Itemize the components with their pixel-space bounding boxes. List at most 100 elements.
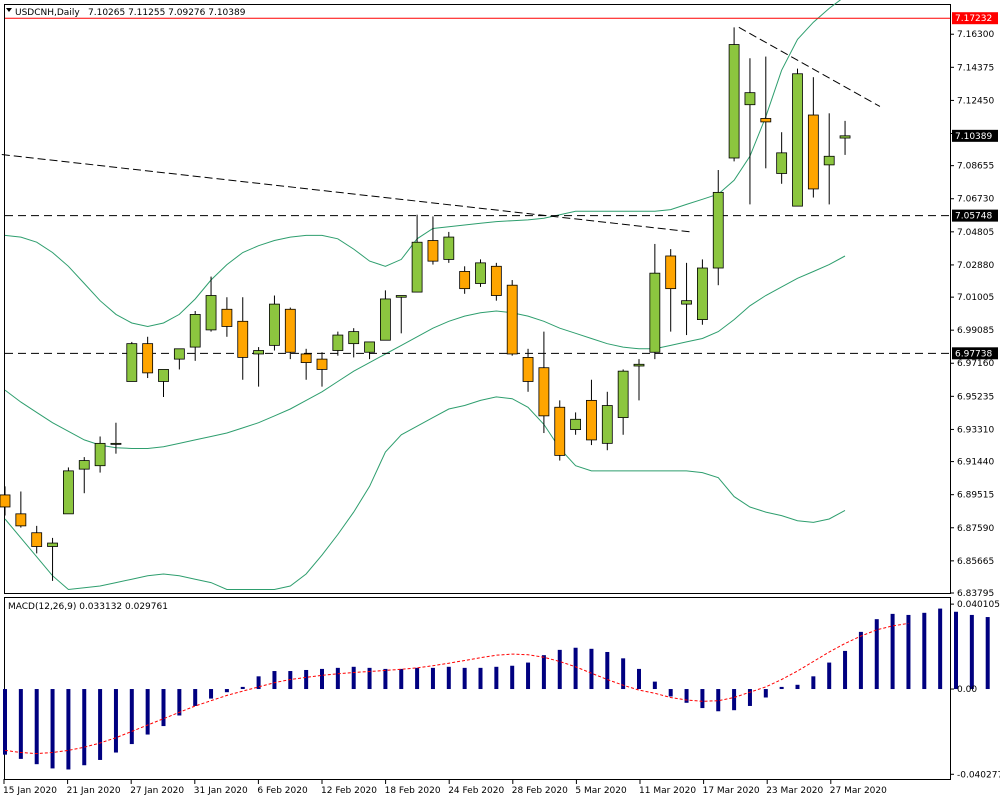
price-label-text: 7.05748 [955, 212, 992, 222]
macd-bar [399, 668, 404, 690]
ohlc-label: 7.10265 7.11255 7.09276 7.10389 [88, 8, 246, 18]
price-tick-label: 6.93310 [957, 425, 994, 435]
macd-bar [684, 689, 689, 703]
macd-bar [526, 662, 531, 690]
macd-bar [890, 613, 895, 690]
time-tick-label: 27 Jan 2020 [130, 786, 184, 796]
candle-body [665, 255, 677, 290]
candle [728, 27, 740, 162]
macd-bar [446, 666, 451, 690]
candle-body [776, 152, 788, 174]
macd-bar [605, 651, 610, 690]
macd-bar [351, 666, 356, 690]
candle [697, 259, 708, 325]
macd-bar [938, 608, 943, 690]
candle-body [94, 442, 106, 467]
macd-bar [700, 689, 705, 709]
candle-body [522, 357, 534, 382]
candle [792, 68, 803, 207]
price-axis: 7.163007.143757.124507.105257.086557.067… [950, 30, 994, 599]
time-tick-label: 31 Jan 2020 [194, 786, 248, 796]
candle-body [506, 284, 518, 355]
macd-tick-label: 0.040105 [957, 600, 1000, 610]
candle-body [332, 334, 344, 351]
candle-body [158, 369, 169, 382]
time-tick-label: 21 Jan 2020 [67, 786, 121, 796]
candle-body [586, 399, 597, 441]
time-tick-label: 11 Mar 2020 [639, 786, 696, 796]
candle-body [269, 303, 280, 346]
chart-canvas: 7.163007.143757.124507.105257.086557.067… [0, 0, 1000, 796]
candle-body [395, 295, 407, 298]
macd-bar [66, 689, 71, 770]
price-tick-label: 6.99085 [957, 326, 994, 336]
macd-bar [161, 689, 166, 727]
macd-bar [430, 667, 435, 690]
price-tick-label: 7.08655 [957, 162, 994, 172]
macd-bar [969, 614, 974, 690]
macd-bar [843, 650, 848, 690]
candle-body [823, 155, 835, 166]
candle [284, 307, 296, 360]
candle-body [538, 367, 550, 417]
price-label-text: 7.10389 [955, 132, 992, 142]
candle-body [173, 348, 185, 360]
candle-body [348, 331, 360, 345]
candle-body [443, 236, 455, 260]
macd-bar [763, 689, 768, 698]
price-label-text: 7.17232 [955, 14, 992, 24]
macd-bar [827, 662, 832, 690]
candle-body [284, 308, 296, 353]
candle [475, 259, 486, 287]
candle-body [475, 262, 486, 284]
candle-body [189, 314, 201, 348]
candle [506, 280, 518, 356]
candle [63, 467, 74, 515]
price-tick-label: 7.01005 [957, 293, 994, 303]
macd-bar [383, 668, 388, 690]
price-tick-label: 7.02880 [957, 261, 994, 271]
candle-body [31, 532, 43, 547]
macd-bar [145, 689, 150, 735]
macd-bar [50, 689, 55, 769]
candle-body [744, 92, 756, 106]
time-tick-label: 24 Feb 2020 [448, 786, 504, 796]
macd-bar [113, 689, 118, 753]
macd-bar [652, 681, 657, 690]
candle [554, 400, 566, 461]
candle-body [237, 320, 249, 358]
candle-body [15, 513, 27, 527]
candle-body [490, 265, 502, 296]
macd-tick-label: 0.00 [957, 685, 977, 695]
candle-body [300, 353, 312, 363]
price-tick-label: 7.06730 [957, 195, 994, 205]
macd-bar [510, 665, 515, 690]
candle-body [253, 350, 265, 355]
price-tick-label: 6.95235 [957, 392, 994, 402]
price-tick-label: 7.12450 [957, 96, 994, 106]
candle-body [221, 308, 233, 327]
macd-bar [985, 617, 990, 690]
macd-bar [272, 671, 277, 690]
macd-bar [494, 666, 499, 690]
macd-bar [732, 689, 737, 711]
candle-body [554, 406, 566, 456]
time-axis: 15 Jan 2020 21 Jan 2020 27 Jan 2020 31 Jan … [3, 779, 887, 796]
candle-body [78, 460, 90, 470]
macd-panel-frame [4, 597, 951, 780]
time-tick-label: 6 Feb 2020 [257, 786, 308, 796]
candle-body [63, 470, 74, 515]
price-label-text: 6.97738 [955, 349, 992, 359]
candle-body [807, 114, 819, 190]
macd-bar [34, 689, 39, 765]
macd-bar [209, 689, 214, 699]
macd-bar [589, 648, 594, 690]
candle-body [760, 118, 772, 123]
price-tick-label: 6.91440 [957, 458, 994, 468]
candle-body [0, 494, 11, 508]
candle [269, 295, 280, 351]
macd-bar [304, 669, 309, 690]
macd-bar [557, 649, 562, 690]
candle-body [601, 405, 613, 444]
candle-body [411, 241, 423, 293]
